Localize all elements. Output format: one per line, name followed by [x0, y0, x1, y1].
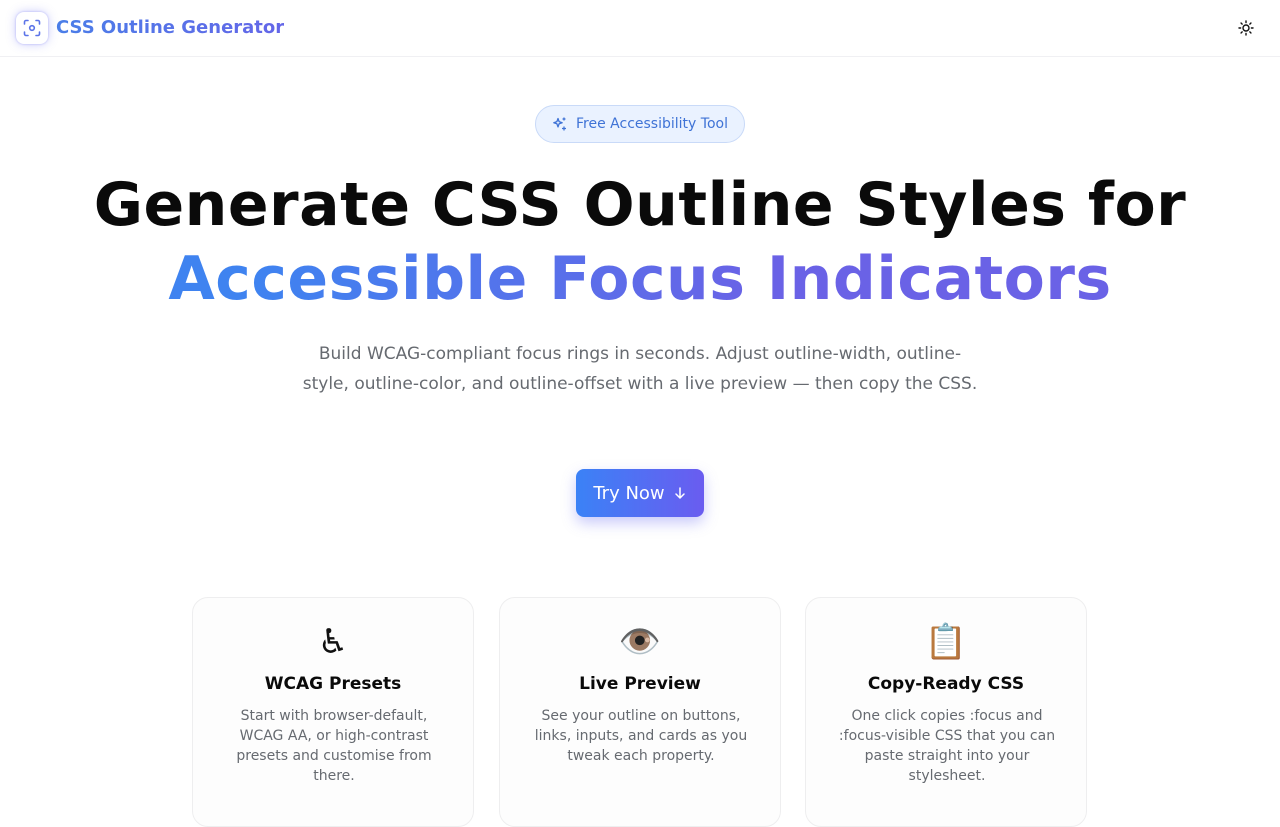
theme-toggle-button[interactable]: [1232, 16, 1260, 40]
hero-title-line2: Accessible Focus Indicators: [0, 241, 1280, 317]
feature-title: Live Preview: [579, 674, 701, 694]
hero-title-line1: Generate CSS Outline Styles for: [93, 170, 1187, 240]
sun-icon: [1238, 20, 1254, 36]
hero-subtitle: Build WCAG-compliant focus rings in seco…: [302, 344, 978, 394]
wheelchair-icon: ♿: [317, 622, 349, 662]
feature-title: WCAG Presets: [264, 674, 402, 694]
feature-description: One click copies :focus and :focus-visib…: [838, 708, 1056, 784]
sparkles-icon: [553, 117, 567, 131]
hero-title-highlight: Accessible Focus Indicators: [168, 244, 1112, 314]
brand-title[interactable]: CSS Outline Generator: [56, 16, 284, 40]
feature-card-wcag-presets: ♿ WCAG Presets Start with browser-defaul…: [192, 597, 474, 827]
clipboard-icon: 📋: [924, 622, 968, 662]
try-now-button[interactable]: Try Now: [576, 469, 704, 517]
feature-card-copy-ready-css: 📋 Copy-Ready CSS One click copies :focus…: [805, 597, 1087, 827]
hero-badge-label: Free Accessibility Tool: [576, 116, 728, 132]
eye-icon: 👁️: [618, 622, 662, 662]
feature-description: Start with browser-default, WCAG AA, or …: [236, 708, 432, 784]
hero-badge: Free Accessibility Tool: [535, 105, 745, 143]
top-nav: CSS Outline Generator: [0, 0, 1280, 57]
focus-frame-icon: [23, 19, 41, 37]
feature-description: See your outline on buttons, links, inpu…: [534, 708, 748, 764]
logo[interactable]: [16, 12, 48, 44]
feature-card-live-preview: 👁️ Live Preview See your outline on butt…: [499, 597, 781, 827]
feature-title: Copy-Ready CSS: [867, 674, 1025, 694]
arrow-down-icon: [674, 487, 685, 499]
try-now-label: Try Now: [593, 482, 665, 504]
